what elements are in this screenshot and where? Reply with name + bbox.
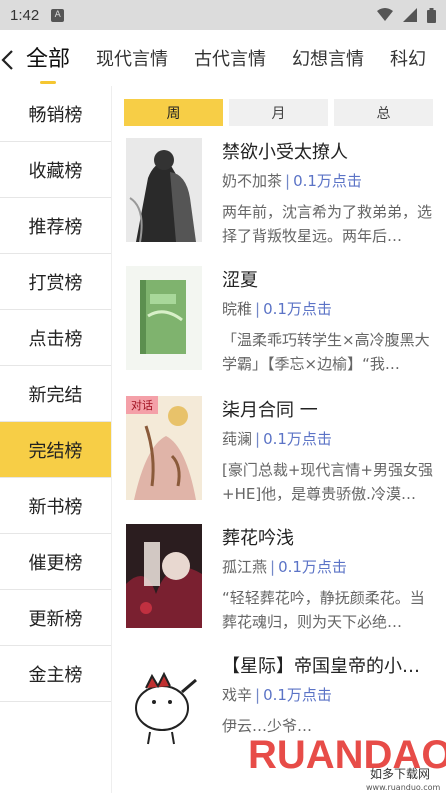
tab-ancient-romance[interactable]: 古代言情 (194, 30, 266, 90)
meta-separator: | (270, 558, 276, 576)
book-clicks: 0.1万点击 (293, 172, 362, 190)
book-description: 伊云…少爷… (222, 717, 313, 735)
book-meta: 晥稚 | 0.1万点击 (222, 298, 332, 319)
book-clicks: 0.1万点击 (263, 430, 332, 448)
book-meta: 莼澜 | 0.1万点击 (222, 428, 332, 449)
wifi-icon (377, 8, 393, 21)
book-author: 奶不加茶 (222, 172, 283, 190)
category-tab-bar: 全部 现代言情 古代言情 幻想言情 科幻 (0, 30, 446, 90)
status-icons (377, 7, 436, 23)
period-selector: 周 月 总 (124, 99, 433, 126)
book-clicks: 0.1万点击 (263, 300, 332, 318)
meta-separator: | (255, 430, 261, 448)
ranking-sidebar: 畅销榜 收藏榜 推荐榜 打赏榜 点击榜 新完结 完结榜 新书榜 催更榜 更新榜 … (0, 86, 112, 793)
back-button[interactable] (0, 30, 14, 90)
book-title: 柒月合同 一 (222, 400, 318, 421)
sidebar-item-clicks[interactable]: 点击榜 (0, 310, 111, 366)
tab-all[interactable]: 全部 (26, 30, 70, 90)
book-title: 葬花吟浅 (222, 528, 294, 549)
book-author: 晥稚 (222, 300, 253, 318)
book-tag: 对话 (126, 396, 158, 414)
sidebar-item-recommended[interactable]: 推荐榜 (0, 198, 111, 254)
book-description: 两年前，沈言希为了救弟弟，选择了背叛牧星远。两年后… (222, 203, 433, 245)
chevron-left-icon (1, 50, 13, 70)
sidebar-item-tips[interactable]: 打赏榜 (0, 254, 111, 310)
signal-icon (403, 8, 417, 22)
sidebar-item-new-books[interactable]: 新书榜 (0, 478, 111, 534)
sidebar-item-patrons[interactable]: 金主榜 (0, 646, 111, 702)
book-item[interactable]: 对话 柒月合同 一 莼澜 | 0.1万点击 [豪门总裁+现代言情+男强女强+HE]他… (126, 396, 436, 516)
book-title: 【星际】帝国皇帝的小… (222, 656, 420, 677)
book-cover[interactable] (126, 266, 202, 370)
book-author: 孤江燕 (222, 558, 268, 576)
book-clicks: 0.1万点击 (278, 558, 347, 576)
ranking-list: 周 月 总 禁欲小受太撩人 奶不加茶 | 0.1万点击 两年前，沈言希为了救弟弟，选… (112, 86, 446, 793)
sidebar-item-urge-update[interactable]: 催更榜 (0, 534, 111, 590)
book-title: 涩夏 (222, 270, 258, 291)
sidebar-item-bestseller[interactable]: 畅销榜 (0, 86, 111, 142)
book-author: 莼澜 (222, 430, 253, 448)
book-description: “轻轻葬花吟，静抚颜柔花。当葬花魂归，则为天下必绝… (222, 589, 425, 631)
meta-separator: | (255, 686, 261, 704)
battery-icon (427, 7, 436, 23)
book-title: 禁欲小受太撩人 (222, 142, 348, 163)
tab-modern-romance[interactable]: 现代言情 (96, 30, 168, 90)
book-item[interactable]: 【星际】帝国皇帝的小… 戏辛 | 0.1万点击 伊云…少爷… (126, 652, 436, 772)
tab-scifi[interactable]: 科幻 (390, 30, 426, 90)
sidebar-item-favorites[interactable]: 收藏榜 (0, 142, 111, 198)
book-author: 戏辛 (222, 686, 253, 704)
meta-separator: | (285, 172, 291, 190)
book-item[interactable]: 葬花吟浅 孤江燕 | 0.1万点击 “轻轻葬花吟，静抚颜柔花。当葬花魂归，则为天下必… (126, 524, 436, 644)
book-clicks: 0.1万点击 (263, 686, 332, 704)
period-week-button[interactable]: 周 (124, 99, 223, 126)
sidebar-item-newly-completed[interactable]: 新完结 (0, 366, 111, 422)
book-meta: 孤江燕 | 0.1万点击 (222, 556, 347, 577)
book-cover[interactable] (126, 652, 202, 756)
book-description: [豪门总裁+现代言情+男强女强+HE]他，是尊贵骄傲.冷漠… (222, 461, 433, 503)
book-item[interactable]: 涩夏 晥稚 | 0.1万点击 「温柔乖巧转学生×高冷腹黑大学霸」【季忘×边榆】“我… (126, 266, 436, 386)
book-meta: 奶不加茶 | 0.1万点击 (222, 170, 362, 191)
book-description: 「温柔乖巧转学生×高冷腹黑大学霸」【季忘×边榆】“我… (222, 331, 430, 373)
book-cover[interactable] (126, 138, 202, 242)
period-total-button[interactable]: 总 (334, 99, 433, 126)
sidebar-item-completed[interactable]: 完结榜 (0, 422, 111, 478)
status-time: 1:42 (10, 6, 40, 24)
meta-separator: | (255, 300, 261, 318)
period-month-button[interactable]: 月 (229, 99, 328, 126)
status-bar: 1:42 A (0, 0, 446, 30)
book-meta: 戏辛 | 0.1万点击 (222, 684, 332, 705)
app-notification-icon: A (51, 8, 65, 22)
book-cover[interactable]: 对话 (126, 396, 202, 500)
book-item[interactable]: 禁欲小受太撩人 奶不加茶 | 0.1万点击 两年前，沈言希为了救弟弟，选择了背叛牧星… (126, 138, 436, 258)
sidebar-item-updated[interactable]: 更新榜 (0, 590, 111, 646)
book-cover[interactable] (126, 524, 202, 628)
tab-fantasy-romance[interactable]: 幻想言情 (292, 30, 364, 90)
